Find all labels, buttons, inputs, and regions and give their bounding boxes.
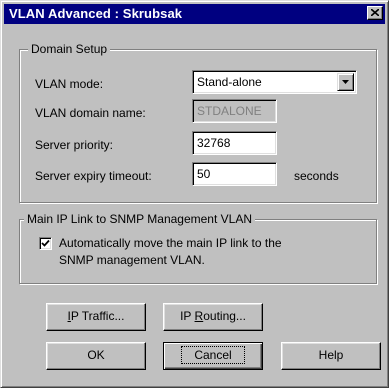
dialog-window: VLAN Advanced : Skrubsak Domain Setup VL… — [0, 0, 389, 388]
ip-routing-label-end: outing... — [203, 309, 246, 323]
server-expiry-timeout-label: Server expiry timeout: — [35, 169, 152, 183]
cancel-focus-ring: Cancel — [181, 346, 245, 364]
server-expiry-timeout-value: 50 — [197, 167, 211, 181]
ip-routing-mnemonic: R — [194, 309, 204, 323]
chevron-down-icon — [342, 80, 349, 84]
server-expiry-timeout-input[interactable]: 50 — [192, 162, 277, 186]
vlan-mode-select[interactable]: Stand-alone — [192, 70, 357, 94]
title-bar[interactable]: VLAN Advanced : Skrubsak — [4, 4, 385, 24]
main-ip-link-label: Main IP Link to SNMP Management VLAN — [24, 212, 255, 226]
check-icon — [41, 239, 50, 247]
auto-move-label-line1[interactable]: Automatically move the main IP link to t… — [59, 236, 282, 250]
help-button[interactable]: Help — [281, 342, 381, 370]
help-label: Help — [318, 348, 344, 362]
cancel-button[interactable]: Cancel — [163, 342, 263, 370]
vlan-mode-dropdown-button[interactable] — [337, 73, 354, 91]
ip-routing-label-start: IP — [180, 309, 195, 323]
vlan-domain-name-label: VLAN domain name: — [35, 106, 146, 120]
ip-routing-button[interactable]: IP Routing... — [163, 303, 263, 331]
cancel-label: Cancel — [194, 348, 232, 362]
vlan-domain-name-value: STDALONE — [197, 104, 262, 118]
auto-move-checkbox[interactable] — [39, 237, 52, 250]
vlan-domain-name-field: STDALONE — [192, 99, 277, 123]
ok-label: OK — [87, 348, 105, 362]
window-title: VLAN Advanced : Skrubsak — [9, 6, 183, 21]
seconds-unit-label: seconds — [294, 169, 339, 183]
ip-traffic-button[interactable]: IP Traffic... — [46, 303, 146, 331]
vlan-mode-value: Stand-alone — [197, 75, 262, 89]
server-priority-value: 32768 — [197, 136, 231, 150]
ok-button[interactable]: OK — [46, 342, 146, 370]
main-ip-link-group: Main IP Link to SNMP Management VLAN Aut… — [19, 212, 377, 284]
ip-traffic-label: P Traffic... — [70, 309, 125, 323]
close-button[interactable] — [367, 6, 383, 20]
vlan-mode-label: VLAN mode: — [35, 77, 104, 91]
domain-setup-label: Domain Setup — [28, 42, 111, 56]
domain-setup-group: Domain Setup VLAN mode: Stand-alone VLAN… — [19, 42, 377, 203]
auto-move-label-line2[interactable]: SNMP management VLAN. — [59, 253, 205, 267]
server-priority-input[interactable]: 32768 — [192, 131, 277, 155]
close-icon — [371, 9, 379, 16]
server-priority-label: Server priority: — [35, 138, 114, 152]
